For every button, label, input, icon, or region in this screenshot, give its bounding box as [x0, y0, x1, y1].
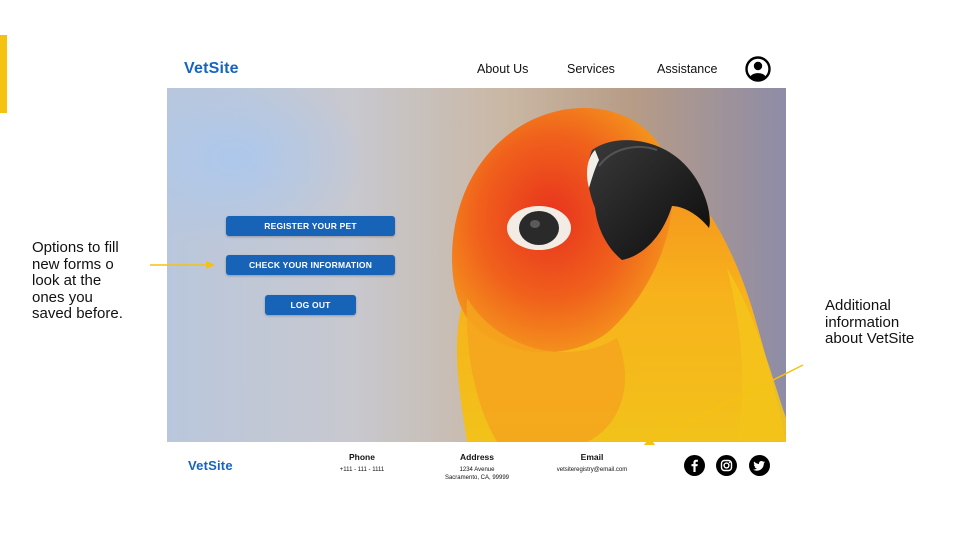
hero-section: REGISTER YOUR PET CHECK YOUR INFORMATION… [167, 88, 786, 442]
footer-address: Address 1234 Avenue Sacramento, CA, 9999… [437, 452, 517, 482]
annotation-options-note: Options to fill new forms o look at the … [32, 239, 123, 322]
facebook-icon[interactable] [684, 455, 705, 476]
accent-bar [0, 35, 7, 113]
user-circle-icon[interactable] [745, 56, 771, 82]
site-header: VetSite About Us Services Assistance [167, 50, 786, 88]
footer-email-value[interactable]: vetsiteregistry@email.com [547, 466, 637, 474]
footer-address-label: Address [459, 452, 494, 462]
nav-about-us[interactable]: About Us [477, 62, 528, 76]
annotation-footer-note: Additional information about VetSite [825, 297, 915, 347]
footer-email-label: Email [580, 452, 604, 462]
twitter-icon[interactable] [749, 455, 770, 476]
footer-email: Email vetsiteregistry@email.com [547, 452, 637, 474]
nav-assistance[interactable]: Assistance [657, 62, 717, 76]
logout-button[interactable]: LOG OUT [265, 295, 356, 315]
footer-phone: Phone +111 - 111 - 1111 [337, 452, 387, 474]
footer-logo[interactable]: VetSite [188, 458, 233, 473]
footer-phone-value: +111 - 111 - 1111 [339, 467, 385, 473]
footer-address-value: 1234 Avenue Sacramento, CA, 99999 [444, 467, 510, 481]
instagram-icon[interactable] [716, 455, 737, 476]
header-logo[interactable]: VetSite [184, 60, 239, 78]
register-pet-button[interactable]: REGISTER YOUR PET [226, 216, 395, 236]
nav-services[interactable]: Services [567, 62, 615, 76]
site-footer: VetSite Phone +111 - 111 - 1111 Address … [167, 442, 786, 492]
check-information-button[interactable]: CHECK YOUR INFORMATION [226, 255, 395, 275]
footer-phone-label: Phone [349, 452, 375, 462]
